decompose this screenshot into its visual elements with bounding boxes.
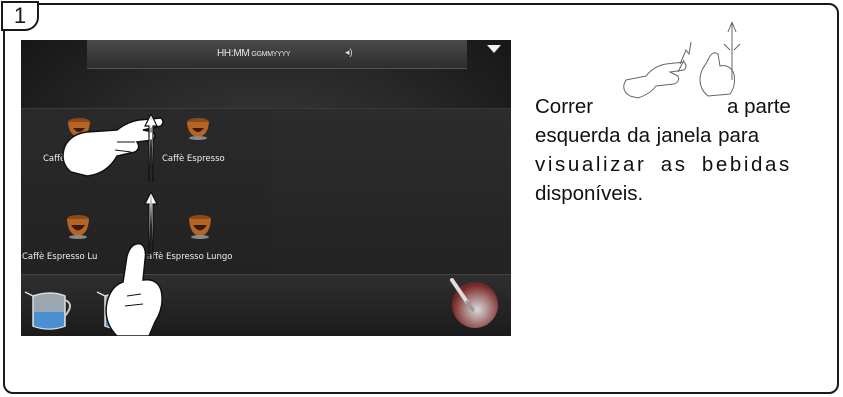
espresso-cup-icon[interactable] — [185, 116, 211, 142]
instruction-line: disponíveis. — [535, 182, 644, 205]
milk-jug-icon[interactable] — [21, 286, 77, 334]
device-screen: HH:MM GGMMYYYY ◂) Caffè E Caffè Espresso … — [21, 40, 511, 336]
drink-label[interactable]: Caffè Espresso Lu — [22, 252, 97, 262]
status-bar: HH:MM GGMMYYYY ◂) — [87, 40, 467, 69]
instruction-line: visualizar as bebidas — [535, 153, 792, 176]
chevron-down-icon[interactable] — [487, 45, 501, 53]
instruction-word-before: Correr — [535, 95, 594, 118]
clock: HH:MM GGMMYYYY — [217, 48, 291, 59]
drink-label[interactable]: Caffè Espresso — [162, 154, 225, 164]
drinks-panel-right — [271, 108, 511, 275]
swipe-gesture-icon — [623, 21, 741, 99]
step-number: 1 — [1, 1, 39, 31]
swipe-hand-icon — [105, 243, 163, 336]
instruction-line: esquerda da janela para — [535, 124, 760, 147]
espresso-lungo-cup-icon[interactable] — [187, 214, 213, 240]
espresso-lungo-cup-icon[interactable] — [65, 214, 91, 240]
speaker-icon[interactable]: ◂) — [345, 47, 353, 58]
date-text: GGMMYYYY — [251, 51, 291, 58]
steam-wand-icon — [450, 278, 475, 312]
time-text: HH:MM — [217, 48, 250, 59]
